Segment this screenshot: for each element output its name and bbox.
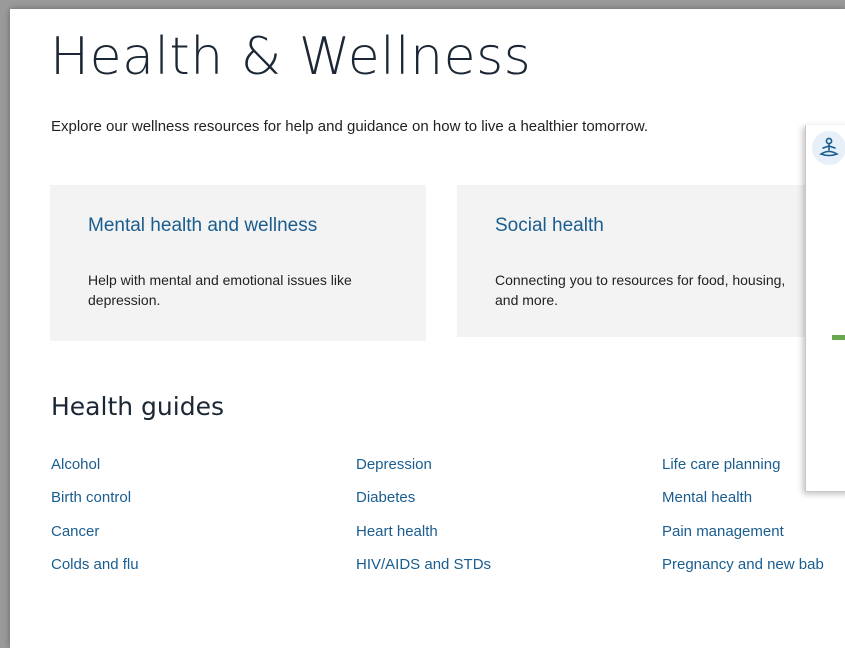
guide-link-colds-and-flu[interactable]: Colds and flu bbox=[51, 556, 139, 573]
guide-link-heart-health[interactable]: Heart health bbox=[356, 523, 438, 540]
guide-link-diabetes[interactable]: Diabetes bbox=[356, 489, 415, 506]
guide-link-hiv-aids-stds[interactable]: HIV/AIDS and STDs bbox=[356, 556, 491, 573]
guide-link-depression[interactable]: Depression bbox=[356, 456, 432, 473]
guide-link-life-care-planning[interactable]: Life care planning bbox=[662, 456, 780, 473]
guide-link-mental-health[interactable]: Mental health bbox=[662, 489, 752, 506]
card-description: Connecting you to resources for food, ho… bbox=[495, 272, 786, 308]
card-mental-health[interactable]: Mental health and wellness Help with men… bbox=[50, 185, 426, 341]
page: Health & Wellness Explore our wellness r… bbox=[10, 9, 845, 648]
page-title: Health & Wellness bbox=[50, 27, 532, 87]
meditation-icon[interactable] bbox=[812, 131, 845, 165]
meditation-icon-svg bbox=[819, 137, 839, 157]
accent-bar bbox=[832, 335, 845, 340]
guide-link-pregnancy[interactable]: Pregnancy and new bab bbox=[662, 556, 824, 573]
health-guides-heading: Health guides bbox=[51, 392, 224, 421]
guide-link-birth-control[interactable]: Birth control bbox=[51, 489, 131, 506]
guide-link-cancer[interactable]: Cancer bbox=[51, 523, 99, 540]
card-social-health[interactable]: Social health Connecting you to resource… bbox=[457, 185, 833, 337]
popup-panel[interactable] bbox=[805, 125, 845, 492]
guide-link-pain-management[interactable]: Pain management bbox=[662, 523, 784, 540]
card-title-link[interactable]: Mental health and wellness bbox=[88, 215, 317, 237]
guide-link-alcohol[interactable]: Alcohol bbox=[51, 456, 100, 473]
card-title-link[interactable]: Social health bbox=[495, 215, 604, 237]
card-description: Help with mental and emotional issues li… bbox=[88, 272, 352, 308]
intro-text: Explore our wellness resources for help … bbox=[51, 118, 648, 135]
